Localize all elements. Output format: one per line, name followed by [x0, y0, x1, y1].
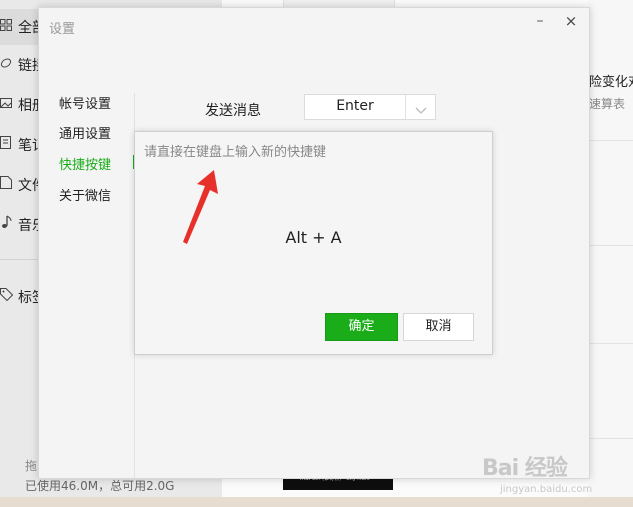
nav-shortcut-keys[interactable]: 快捷按键	[59, 154, 111, 173]
grid-icon	[0, 17, 14, 35]
shortcut-input-prompt[interactable]: 请直接在键盘上输入新的快捷键	[144, 141, 326, 160]
desktop-background	[0, 497, 633, 507]
select-separator	[405, 95, 406, 119]
send-message-shortcut-value: Enter	[336, 98, 374, 114]
file-icon	[0, 175, 14, 193]
list-divider	[588, 343, 633, 344]
nav-about-wechat[interactable]: 关于微信	[59, 185, 111, 204]
list-divider	[588, 245, 633, 246]
send-message-label: 发送消息	[205, 103, 261, 119]
nav-general-settings[interactable]: 通用设置	[59, 123, 111, 142]
close-button[interactable]: ×	[560, 10, 582, 32]
nav-account-settings[interactable]: 帐号设置	[59, 93, 111, 112]
storage-hint: 拖	[25, 459, 38, 473]
image-icon	[0, 95, 14, 113]
annotation-arrow-icon	[180, 168, 220, 252]
chevron-down-icon[interactable]	[415, 101, 427, 120]
watermark-domain: jingyan.baidu.com	[500, 484, 593, 495]
storage-usage: 已使用46.0M，总可用2.0G	[25, 479, 175, 493]
tag-icon	[0, 287, 14, 305]
send-message-shortcut-select[interactable]: Enter	[304, 94, 436, 120]
list-item-subtitle: 速算表（	[589, 97, 633, 111]
link-icon	[0, 55, 14, 73]
list-item-title[interactable]: 险变化对	[589, 71, 633, 90]
cancel-button[interactable]: 取消	[403, 313, 474, 341]
confirm-button[interactable]: 确定	[325, 313, 398, 341]
minimize-button[interactable]: –	[529, 10, 551, 32]
list-divider	[588, 140, 633, 141]
music-note-icon	[0, 215, 14, 233]
baidu-jingyan-watermark: Bai 经验	[482, 442, 602, 482]
window-title: 设置	[49, 22, 76, 37]
watermark-brand: Bai 经验	[482, 456, 568, 481]
note-icon	[0, 135, 14, 153]
list-divider	[588, 438, 633, 439]
